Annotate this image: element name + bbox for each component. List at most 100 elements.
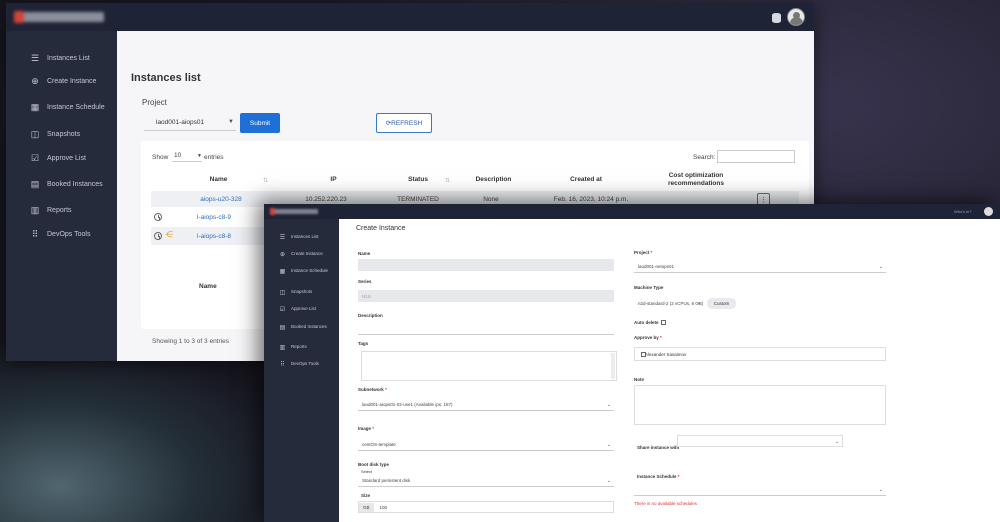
sidebar-item-instance-schedule[interactable]: ▦ Instance Schedule (6, 94, 117, 120)
add-circle-icon: ⊕ (279, 252, 286, 258)
scrollbar[interactable] (611, 353, 615, 379)
column-header-created-at[interactable]: Created at (556, 176, 616, 184)
refresh-button[interactable]: ⟳REFRESH (376, 113, 432, 133)
entries-label: entries (204, 154, 224, 161)
instance-status: TERMINATED (397, 196, 439, 203)
sidebar-item-label: Reports (291, 344, 307, 349)
required-mark: * (383, 387, 387, 392)
instance-description: None (483, 196, 499, 203)
chevron-down-icon: ⌄ (696, 300, 701, 306)
clock-icon[interactable] (154, 213, 162, 221)
approve-by-label: Approve by * (634, 335, 662, 340)
boot-disk-select[interactable]: Standard persistent disk ⌄ (358, 475, 614, 487)
list-icon: ☰ (30, 52, 40, 63)
column-header-name[interactable]: Name (196, 176, 241, 184)
chevron-down-icon: ⌄ (606, 402, 611, 408)
instance-name-link[interactable]: l-aiops-c8-9 (189, 214, 239, 221)
sidebar-item-booked-instances[interactable]: ▤ Booked Instances (6, 171, 117, 197)
sidebar-item-label: Snapshots (291, 289, 313, 294)
grid-icon: ⠿ (280, 362, 285, 368)
sidebar-item-approve-list[interactable]: ☑ Approve List (6, 145, 117, 171)
brand-logo (270, 208, 318, 215)
sort-icon[interactable]: ⇅ (263, 177, 268, 184)
who-link[interactable]: Who's in? (954, 209, 971, 214)
add-circle-icon: ⊕ (31, 75, 39, 86)
description-input[interactable] (358, 323, 614, 335)
share-icon[interactable]: ⋲ (165, 230, 173, 239)
document-icon: ▤ (279, 325, 286, 331)
custom-button[interactable]: Custom (707, 298, 736, 309)
chevron-down-icon: ⌄ (834, 439, 839, 445)
sidebar-item-label: DevOps Tools (291, 361, 319, 366)
description-label: Description (358, 313, 383, 318)
sidebar-item-label: Instance Schedule (47, 103, 105, 111)
search-input[interactable] (717, 150, 795, 163)
sidebar-item-devops-tools[interactable]: ⠿ DevOps Tools (264, 356, 339, 374)
sidebar-item-label: Booked Instances (47, 180, 103, 188)
bar-chart-icon: ▥ (279, 345, 286, 351)
project-select[interactable]: laod001-aiops01 ▼ (144, 115, 236, 131)
note-input[interactable] (634, 385, 886, 425)
check-square-icon: ☑ (30, 152, 40, 163)
document-icon: ▤ (30, 178, 40, 189)
image-value: centOS-template (362, 442, 396, 447)
tags-input[interactable] (361, 351, 617, 381)
check-square-icon: ☑ (279, 307, 286, 313)
sidebar-item-booked-instances[interactable]: ▤ Booked Instances (264, 319, 339, 337)
boot-disk-sublabel: Select (361, 469, 373, 474)
subnetwork-select[interactable]: laod001-aiops01-02-use1 (Available ips: … (358, 399, 614, 411)
camera-icon: ◫ (30, 128, 40, 139)
column-header-description[interactable]: Description (466, 176, 521, 184)
grid-icon: ⠿ (31, 228, 39, 239)
sidebar-item-snapshots[interactable]: ◫ Snapshots (6, 121, 117, 147)
search-label: Search: (693, 154, 716, 161)
sidebar-item-label: Reports (47, 206, 72, 214)
user-avatar[interactable] (787, 8, 805, 26)
column-header-status[interactable]: Status (393, 176, 443, 184)
sidebar-item-create-instance[interactable]: ⊕ Create Instance (6, 68, 117, 94)
entries-select[interactable]: 10 ▼ (172, 152, 202, 162)
column-header-cost-optimization[interactable]: Cost optimization recommendations (651, 172, 741, 188)
sidebar-item-reports[interactable]: ▥ Reports (6, 197, 117, 223)
sidebar: ☰ Instances List ⊕ Create Instance ▦ Instan… (264, 219, 339, 522)
size-input[interactable]: GB 100 (358, 501, 614, 513)
column-header-ip[interactable]: IP (311, 176, 356, 184)
user-avatar[interactable] (984, 207, 993, 216)
database-icon[interactable] (772, 13, 781, 23)
sidebar-item-create-instance[interactable]: ⊕ Create Instance (264, 246, 339, 264)
image-label-text: Image (358, 426, 372, 431)
list-icon: ☰ (279, 235, 286, 241)
instance-schedule-label: Instance Schedule * (637, 474, 680, 479)
clock-icon[interactable] (154, 232, 162, 240)
machine-type-select[interactable]: n2d-standard-2 (2 vCPUs, 8 GB) ⌄ (634, 297, 704, 309)
sidebar-item-devops-tools[interactable]: ⠿ DevOps Tools (6, 221, 117, 247)
image-label: Image * (358, 426, 374, 431)
sidebar-item-snapshots[interactable]: ◫ Snapshots (264, 284, 339, 302)
sidebar-item-label: Create Instance (291, 251, 323, 256)
name-input (358, 259, 614, 271)
approver-checkbox[interactable] (641, 352, 646, 357)
sidebar-item-label: Create Instance (47, 77, 97, 85)
create-instance-form: Create Instance Name Series N1S Descript… (339, 219, 1000, 522)
boot-disk-label: Boot disk type (358, 462, 390, 467)
subnetwork-value: laod001-aiops01-02-use1 (Available ips: … (362, 402, 453, 407)
sort-icon[interactable]: ⇅ (445, 177, 450, 184)
series-input: N1S (358, 290, 614, 302)
required-mark: * (649, 250, 653, 255)
sidebar-item-instances-list[interactable]: ☰ Instances List (264, 229, 339, 247)
project-select[interactable]: laod001-netops01 ⌄ (634, 261, 886, 273)
auto-delete-label: Auto delete (634, 320, 659, 325)
instance-name-link[interactable]: aiops-u20-328 (176, 196, 266, 203)
sidebar-item-instance-schedule[interactable]: ▦ Instance Schedule (264, 263, 339, 281)
top-bar: Who's in? (264, 204, 1000, 219)
sidebar-item-approve-list[interactable]: ☑ Approve List (264, 301, 339, 319)
share-instance-select[interactable]: ⌄ (677, 435, 843, 447)
auto-delete-checkbox[interactable] (661, 320, 666, 325)
series-value: N1S (362, 293, 371, 299)
sidebar-item-reports[interactable]: ▥ Reports (264, 339, 339, 357)
instance-schedule-select[interactable]: ⌄ (634, 484, 886, 496)
image-select[interactable]: centOS-template ⌄ (358, 439, 614, 451)
sidebar-item-label: Snapshots (47, 130, 81, 138)
instance-name-link[interactable]: l-aiops-c8-8 (189, 233, 239, 240)
submit-button[interactable]: Submit (240, 113, 280, 133)
